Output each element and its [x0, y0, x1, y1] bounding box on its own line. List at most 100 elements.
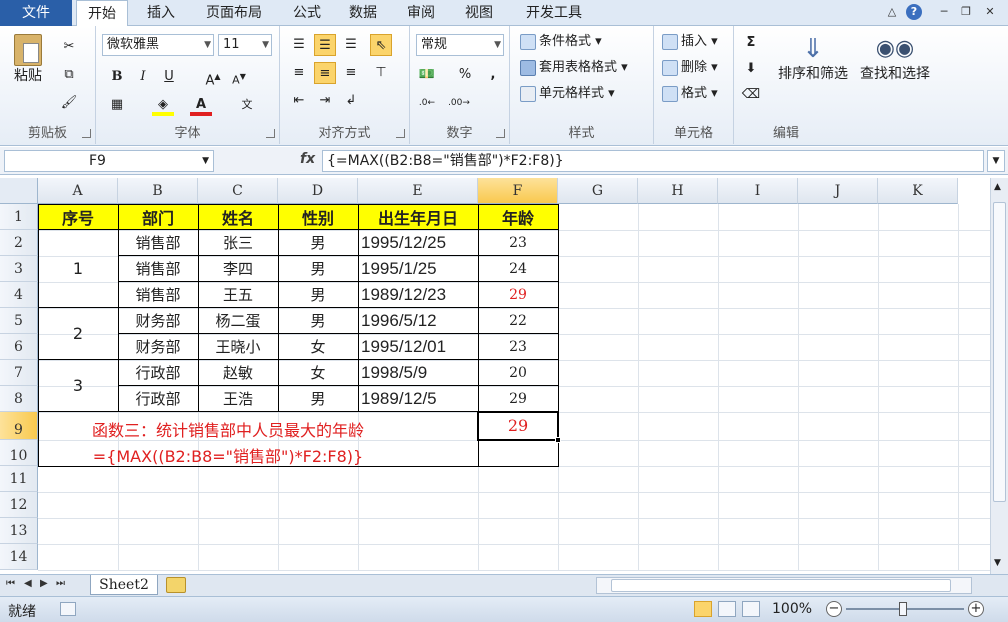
italic-button[interactable]: I: [132, 66, 154, 88]
column-header-d[interactable]: D: [278, 178, 358, 204]
table-cell-age[interactable]: 29: [478, 282, 558, 307]
close-icon[interactable]: ✕: [982, 4, 998, 20]
table-cell-name[interactable]: 王五: [198, 282, 278, 307]
expand-formula-bar-icon[interactable]: ▼: [987, 150, 1005, 172]
horizontal-scroll-thumb[interactable]: [611, 579, 951, 592]
clear-icon[interactable]: ⌫: [740, 84, 762, 106]
table-cell-birthdate[interactable]: 1995/12/25: [358, 230, 478, 255]
zoom-slider-knob[interactable]: [899, 602, 907, 616]
header-cell-name[interactable]: 姓名: [198, 204, 278, 229]
row-header-3[interactable]: 3: [0, 256, 38, 282]
align-middle-icon[interactable]: ☰: [314, 34, 336, 56]
table-cell-gender[interactable]: 男: [278, 308, 358, 333]
row-header-6[interactable]: 6: [0, 334, 38, 360]
table-cell-gender[interactable]: 男: [278, 256, 358, 281]
table-cell-dept[interactable]: 财务部: [118, 308, 198, 333]
row-header-4[interactable]: 4: [0, 282, 38, 308]
explanation-note[interactable]: 函数三：统计销售部中人员最大的年龄 ={MAX((B2:B8="销售部")*F2…: [38, 412, 478, 478]
group-cell[interactable]: 3: [38, 360, 118, 411]
vertical-scrollbar[interactable]: ▲ ▼: [990, 178, 1008, 574]
format-cells-button[interactable]: 格式 ▾: [662, 84, 718, 104]
column-header-c[interactable]: C: [198, 178, 278, 204]
font-color-icon[interactable]: A: [190, 94, 212, 116]
accounting-format-icon[interactable]: 💵: [416, 64, 438, 86]
zoom-level[interactable]: 100%: [772, 601, 812, 617]
column-header-b[interactable]: B: [118, 178, 198, 204]
delete-cells-button[interactable]: 删除 ▾: [662, 58, 718, 78]
worksheet-grid[interactable]: 序号 部门 姓名 性别 出生年月日 年龄 1 2 3 销售部 张三 男 1995…: [0, 178, 990, 574]
shrink-font-icon[interactable]: A▼: [228, 66, 250, 88]
help-icon[interactable]: ?: [906, 4, 922, 20]
cell-styles-button[interactable]: 单元格样式 ▾: [520, 84, 615, 104]
number-launcher-icon[interactable]: [496, 129, 505, 138]
row-header-12[interactable]: 12: [0, 492, 38, 518]
alignment-launcher-icon[interactable]: [396, 129, 405, 138]
wrap-text-icon[interactable]: ↲: [340, 90, 362, 112]
column-header-a[interactable]: A: [38, 178, 118, 204]
paste-button[interactable]: 粘贴: [10, 34, 46, 94]
decrease-decimal-icon[interactable]: .00→: [448, 92, 470, 114]
row-header-10[interactable]: 10: [0, 440, 38, 466]
next-sheet-icon[interactable]: ▶: [40, 578, 48, 589]
normal-view-icon[interactable]: [694, 601, 712, 617]
row-header-9[interactable]: 9: [0, 412, 38, 440]
orientation-icon[interactable]: ⇖: [370, 34, 392, 56]
column-header-j[interactable]: J: [798, 178, 878, 204]
scroll-down-icon[interactable]: ▼: [994, 558, 1001, 568]
tab-insert[interactable]: 插入: [138, 0, 184, 26]
table-cell-age[interactable]: 20: [478, 360, 558, 385]
table-cell-dept[interactable]: 行政部: [118, 386, 198, 411]
column-header-k[interactable]: K: [878, 178, 958, 204]
table-cell-name[interactable]: 张三: [198, 230, 278, 255]
increase-indent-icon[interactable]: ⇥: [314, 90, 336, 112]
table-cell-gender[interactable]: 女: [278, 360, 358, 385]
align-right-icon[interactable]: ≡: [340, 62, 362, 84]
table-cell-birthdate[interactable]: 1996/5/12: [358, 308, 478, 333]
page-break-view-icon[interactable]: [742, 601, 760, 617]
format-as-table-button[interactable]: 套用表格格式 ▾: [520, 58, 628, 78]
table-cell-gender[interactable]: 男: [278, 230, 358, 255]
header-cell-dept[interactable]: 部门: [118, 204, 198, 229]
table-cell-dept[interactable]: 销售部: [118, 230, 198, 255]
table-cell-gender[interactable]: 男: [278, 386, 358, 411]
table-cell-name[interactable]: 赵敏: [198, 360, 278, 385]
row-header-8[interactable]: 8: [0, 386, 38, 412]
tab-formulas[interactable]: 公式: [284, 0, 330, 26]
font-size-combo[interactable]: 11 ▼: [218, 34, 272, 56]
table-cell-age[interactable]: 23: [478, 334, 558, 359]
font-launcher-icon[interactable]: [266, 129, 275, 138]
insert-function-icon[interactable]: fx: [300, 151, 315, 167]
row-header-2[interactable]: 2: [0, 230, 38, 256]
row-header-14[interactable]: 14: [0, 544, 38, 570]
table-cell-age[interactable]: 23: [478, 230, 558, 255]
autosum-icon[interactable]: Σ: [740, 32, 762, 54]
table-cell-birthdate[interactable]: 1989/12/5: [358, 386, 478, 411]
underline-button[interactable]: U: [158, 66, 180, 88]
table-cell-birthdate[interactable]: 1995/12/01: [358, 334, 478, 359]
table-cell-age[interactable]: 22: [478, 308, 558, 333]
column-header-f[interactable]: F: [478, 178, 558, 204]
format-painter-icon[interactable]: 🖌: [58, 92, 80, 114]
sort-filter-button[interactable]: ⇓ 排序和筛选: [774, 34, 852, 84]
conditional-formatting-button[interactable]: 条件格式 ▾: [520, 32, 602, 52]
find-select-button[interactable]: ◉◉ 查找和选择: [856, 34, 934, 84]
clipboard-launcher-icon[interactable]: [82, 129, 91, 138]
horizontal-scrollbar[interactable]: [596, 577, 972, 594]
zoom-in-icon[interactable]: +: [968, 601, 984, 617]
name-box[interactable]: F9 ▼: [4, 150, 214, 172]
row-header-7[interactable]: 7: [0, 360, 38, 386]
tab-data[interactable]: 数据: [340, 0, 386, 26]
insert-sheet-icon[interactable]: [166, 577, 186, 593]
group-cell[interactable]: 1: [38, 230, 118, 307]
align-top-icon[interactable]: ☰: [288, 34, 310, 56]
tab-file[interactable]: 文件: [0, 0, 72, 26]
row-header-1[interactable]: 1: [0, 204, 38, 230]
minimize-icon[interactable]: ─: [936, 4, 952, 20]
tab-view[interactable]: 视图: [456, 0, 502, 26]
header-cell-seq[interactable]: 序号: [38, 204, 118, 229]
table-cell-gender[interactable]: 男: [278, 282, 358, 307]
table-cell-gender[interactable]: 女: [278, 334, 358, 359]
table-cell-name[interactable]: 王浩: [198, 386, 278, 411]
table-cell-birthdate[interactable]: 1998/5/9: [358, 360, 478, 385]
fill-color-icon[interactable]: ◈: [152, 94, 174, 116]
